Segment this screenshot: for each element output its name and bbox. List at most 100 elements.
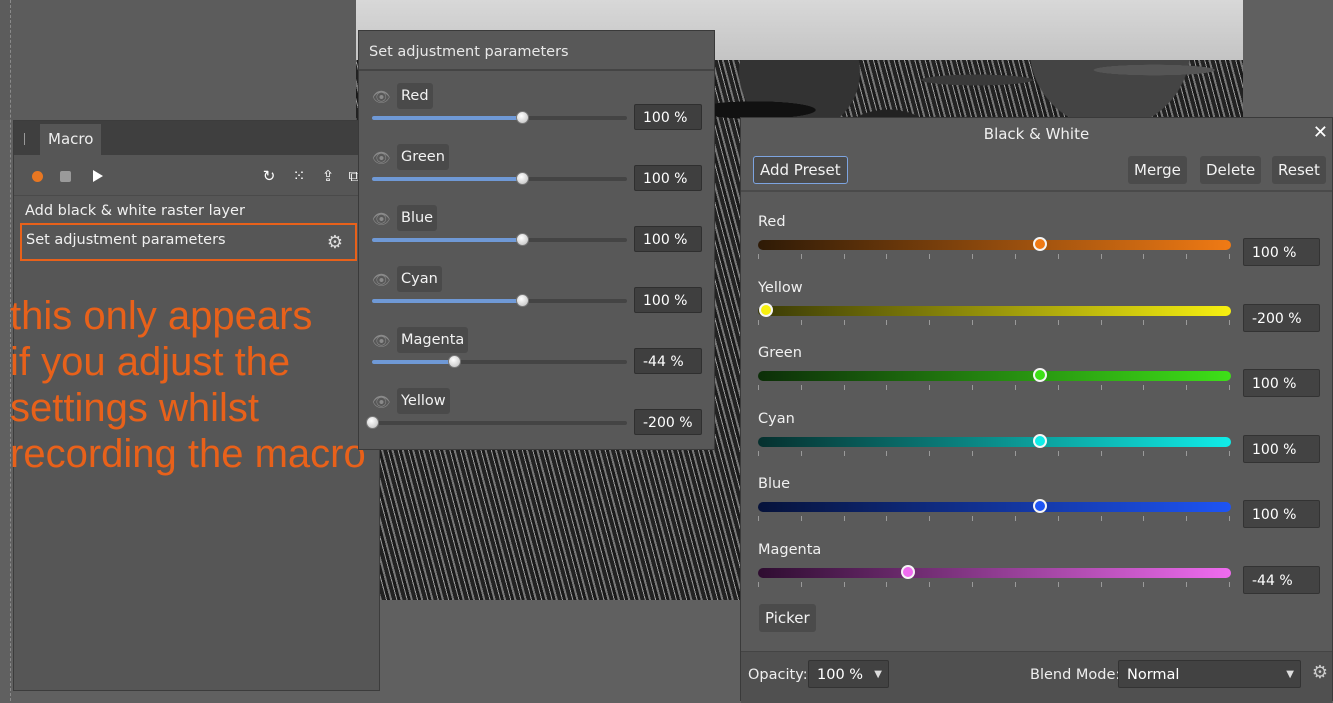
param-slider[interactable] [372,111,627,124]
bw-slider[interactable] [758,368,1231,383]
panel-grip-icon[interactable] [24,133,25,145]
param-slider[interactable] [366,416,627,429]
bw-slider[interactable] [758,433,1231,448]
bw-value-field[interactable]: 100 % [1243,500,1320,529]
eye-icon[interactable]: 👁 [372,149,391,167]
tab-macro[interactable]: Macro [40,124,102,155]
bw-slider-ticks [758,450,1231,457]
gear-icon[interactable]: ⚙ [1312,662,1328,683]
bw-slider-ticks [758,254,1231,260]
slider-tick [800,516,802,522]
add-preset-button[interactable]: Add Preset [753,156,848,184]
param-slider[interactable] [372,233,627,246]
bw-slider[interactable] [758,565,1231,579]
slider-tick [1014,319,1016,325]
slider-tick [1014,582,1016,587]
picker-button[interactable]: Picker [759,604,816,632]
macro-step[interactable]: Add black & white raster layer [25,203,245,219]
delete-button[interactable]: Delete [1200,156,1262,184]
black-white-panel: Black & White ✕ Add Preset Merge Delete … [740,117,1333,703]
blend-mode-label: Blend Mode: [1030,667,1121,683]
slider-tick [800,319,802,325]
param-value-field[interactable]: -44 % [634,348,702,374]
slider-tick [1143,385,1145,391]
bw-slider[interactable] [758,302,1231,317]
param-slider-knob[interactable] [516,172,530,185]
slider-tick [758,582,759,587]
param-value-field[interactable]: 100 % [634,226,702,252]
bw-slider[interactable] [758,237,1231,251]
stop-icon[interactable] [56,166,76,186]
gear-icon[interactable]: ⚙ [327,232,343,253]
slider-tick [1186,385,1188,391]
bw-slider-knob[interactable] [1033,368,1048,383]
slider-tick [800,450,802,456]
slider-tick [1057,582,1059,587]
merge-button[interactable]: Merge [1128,156,1187,184]
panel-title: Black & White [983,125,1090,143]
param-row: 👁 Blue 100 % [359,199,714,260]
bw-slider-knob[interactable] [1033,499,1048,514]
close-icon[interactable]: ✕ [1313,123,1328,143]
param-row: 👁 Yellow -200 % [359,382,714,443]
param-row: 👁 Red 100 % [359,77,714,138]
blend-mode-dropdown[interactable]: Normal ▼ [1118,660,1301,688]
slider-tick [972,450,974,456]
eye-icon[interactable]: 👁 [372,393,391,411]
slider-tick [1229,450,1230,456]
slider-tick [758,385,759,391]
macro-step-selected[interactable]: Set adjustment parameters ⚙ [20,223,357,261]
param-slider[interactable] [372,294,627,307]
eye-icon[interactable]: 👁 [372,88,391,106]
eye-icon[interactable]: 👁 [372,210,391,228]
slider-tick [972,516,974,522]
blend-mode-value: Normal [1127,667,1180,683]
slider-tick [1057,516,1059,522]
param-slider-knob[interactable] [447,355,461,368]
slider-tick [1057,450,1059,456]
param-slider-fill [372,360,454,364]
reset-icon[interactable]: ↻ [259,166,279,186]
record-icon[interactable] [28,166,48,186]
param-slider[interactable] [372,172,627,185]
opacity-label: Opacity: [748,667,808,683]
slider-tick [929,582,931,587]
param-value-field[interactable]: -200 % [634,409,702,435]
slider-tick [1143,450,1145,456]
slider-tick [886,450,888,456]
chevron-down-icon: ▼ [874,669,882,680]
opacity-dropdown[interactable]: 100 % ▼ [808,660,889,688]
play-icon[interactable] [87,166,107,186]
bw-slider-knob[interactable] [759,302,774,317]
bw-value-field[interactable]: -200 % [1243,303,1320,332]
export-icon[interactable]: ⇪ [318,166,338,186]
bw-value-field[interactable]: 100 % [1243,369,1320,398]
param-slider-knob[interactable] [516,111,530,124]
bw-value-field[interactable]: 100 % [1243,434,1320,463]
param-slider[interactable] [372,355,627,368]
bw-value-field[interactable]: 100 % [1243,238,1320,266]
bw-slider-knob[interactable] [900,565,915,579]
slider-tick [758,450,759,456]
param-label: Red [397,83,433,109]
grid-icon[interactable]: ⁙ [289,166,309,186]
param-slider-knob[interactable] [366,416,379,429]
bw-slider-knob[interactable] [1033,433,1048,448]
bw-slider-ticks [758,319,1231,326]
param-slider-knob[interactable] [516,294,530,307]
slider-tick [1229,516,1230,522]
bw-value-field[interactable]: -44 % [1243,566,1320,594]
eye-icon[interactable]: 👁 [372,271,391,289]
bw-slider-knob[interactable] [1033,237,1048,251]
bw-slider-row: Cyan 100 % [741,411,1332,477]
eye-icon[interactable]: 👁 [372,332,391,350]
bw-slider[interactable] [758,499,1231,514]
reset-button[interactable]: Reset [1272,156,1326,184]
param-row: 👁 Cyan 100 % [359,260,714,321]
slider-tick [972,582,974,587]
param-slider-knob[interactable] [516,233,530,246]
param-value-field[interactable]: 100 % [634,287,702,313]
slider-tick [1014,385,1016,391]
param-value-field[interactable]: 100 % [634,165,702,191]
param-value-field[interactable]: 100 % [634,104,702,130]
